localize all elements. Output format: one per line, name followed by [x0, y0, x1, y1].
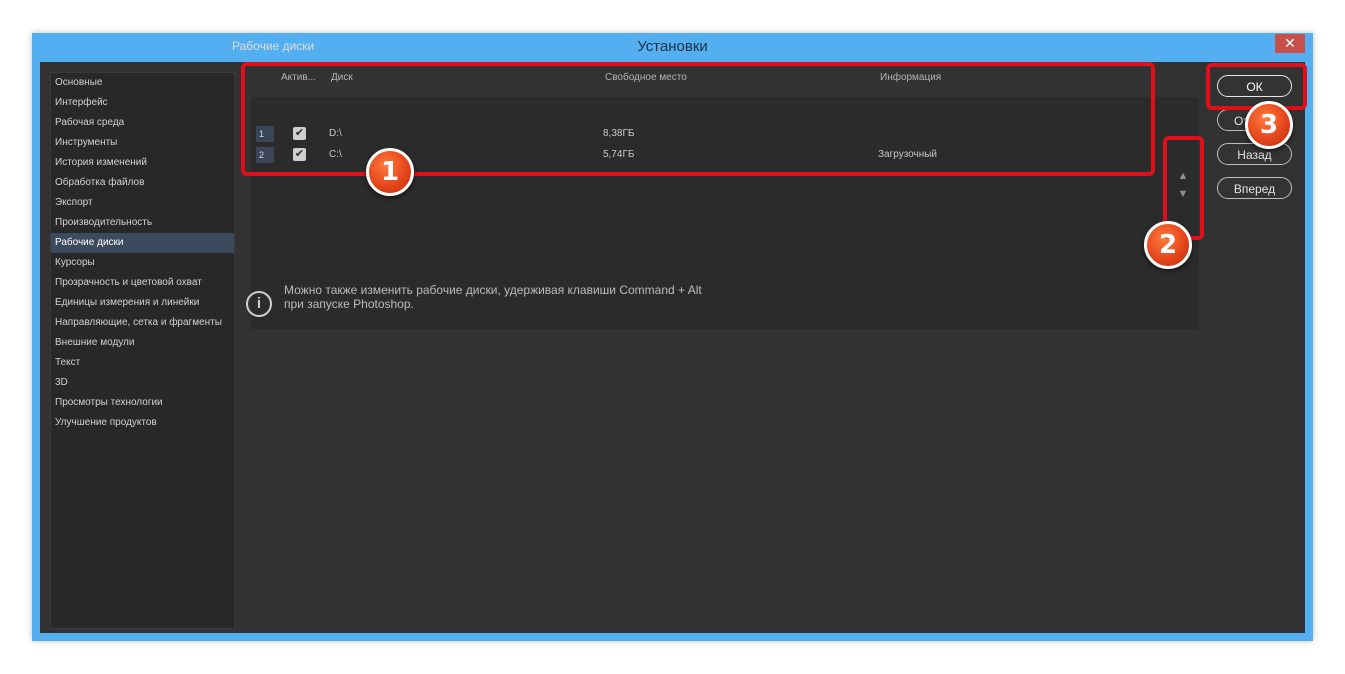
sidebar-item-history[interactable]: История изменений: [51, 153, 234, 173]
sidebar-item-tech-previews[interactable]: Просмотры технологии: [51, 393, 234, 413]
sidebar-item-export[interactable]: Экспорт: [51, 193, 234, 213]
sidebar-item-cursors[interactable]: Курсоры: [51, 253, 234, 273]
scratch-disks-title: Рабочие диски: [232, 39, 315, 53]
forward-button[interactable]: Вперед: [1217, 177, 1292, 199]
sidebar-item-product-improvement[interactable]: Улучшение продуктов: [51, 413, 234, 433]
info-text: Можно также изменить рабочие диски, удер…: [284, 283, 702, 311]
sidebar-item-performance[interactable]: Производительность: [51, 213, 234, 233]
sidebar: Основные Интерфейс Рабочая среда Инструм…: [50, 72, 235, 629]
sidebar-item-guides[interactable]: Направляющие, сетка и фрагменты: [51, 313, 234, 333]
sidebar-item-plugins[interactable]: Внешние модули: [51, 333, 234, 353]
sidebar-item-general[interactable]: Основные: [51, 73, 234, 93]
info-line-1: Можно также изменить рабочие диски, удер…: [284, 283, 702, 297]
sidebar-item-scratch-disks[interactable]: Рабочие диски: [51, 233, 234, 253]
sidebar-item-transparency[interactable]: Прозрачность и цветовой охват: [51, 273, 234, 293]
back-button[interactable]: Назад: [1217, 143, 1292, 165]
sidebar-item-tools[interactable]: Инструменты: [51, 133, 234, 153]
sidebar-item-file-handling[interactable]: Обработка файлов: [51, 173, 234, 193]
title-bar: Установки ✕: [32, 33, 1313, 61]
annotation-badge-3: 3: [1245, 101, 1293, 149]
window-title: Установки: [637, 38, 708, 55]
sidebar-item-workspace[interactable]: Рабочая среда: [51, 113, 234, 133]
info-line-2: при запуске Photoshop.: [284, 297, 414, 311]
close-button[interactable]: ✕: [1275, 34, 1305, 53]
info-icon: i: [246, 291, 272, 317]
annotation-badge-2: 2: [1144, 221, 1192, 269]
sidebar-item-3d[interactable]: 3D: [51, 373, 234, 393]
sidebar-item-type[interactable]: Текст: [51, 353, 234, 373]
annotation-badge-1: 1: [366, 148, 414, 196]
sidebar-item-units[interactable]: Единицы измерения и линейки: [51, 293, 234, 313]
sidebar-item-interface[interactable]: Интерфейс: [51, 93, 234, 113]
